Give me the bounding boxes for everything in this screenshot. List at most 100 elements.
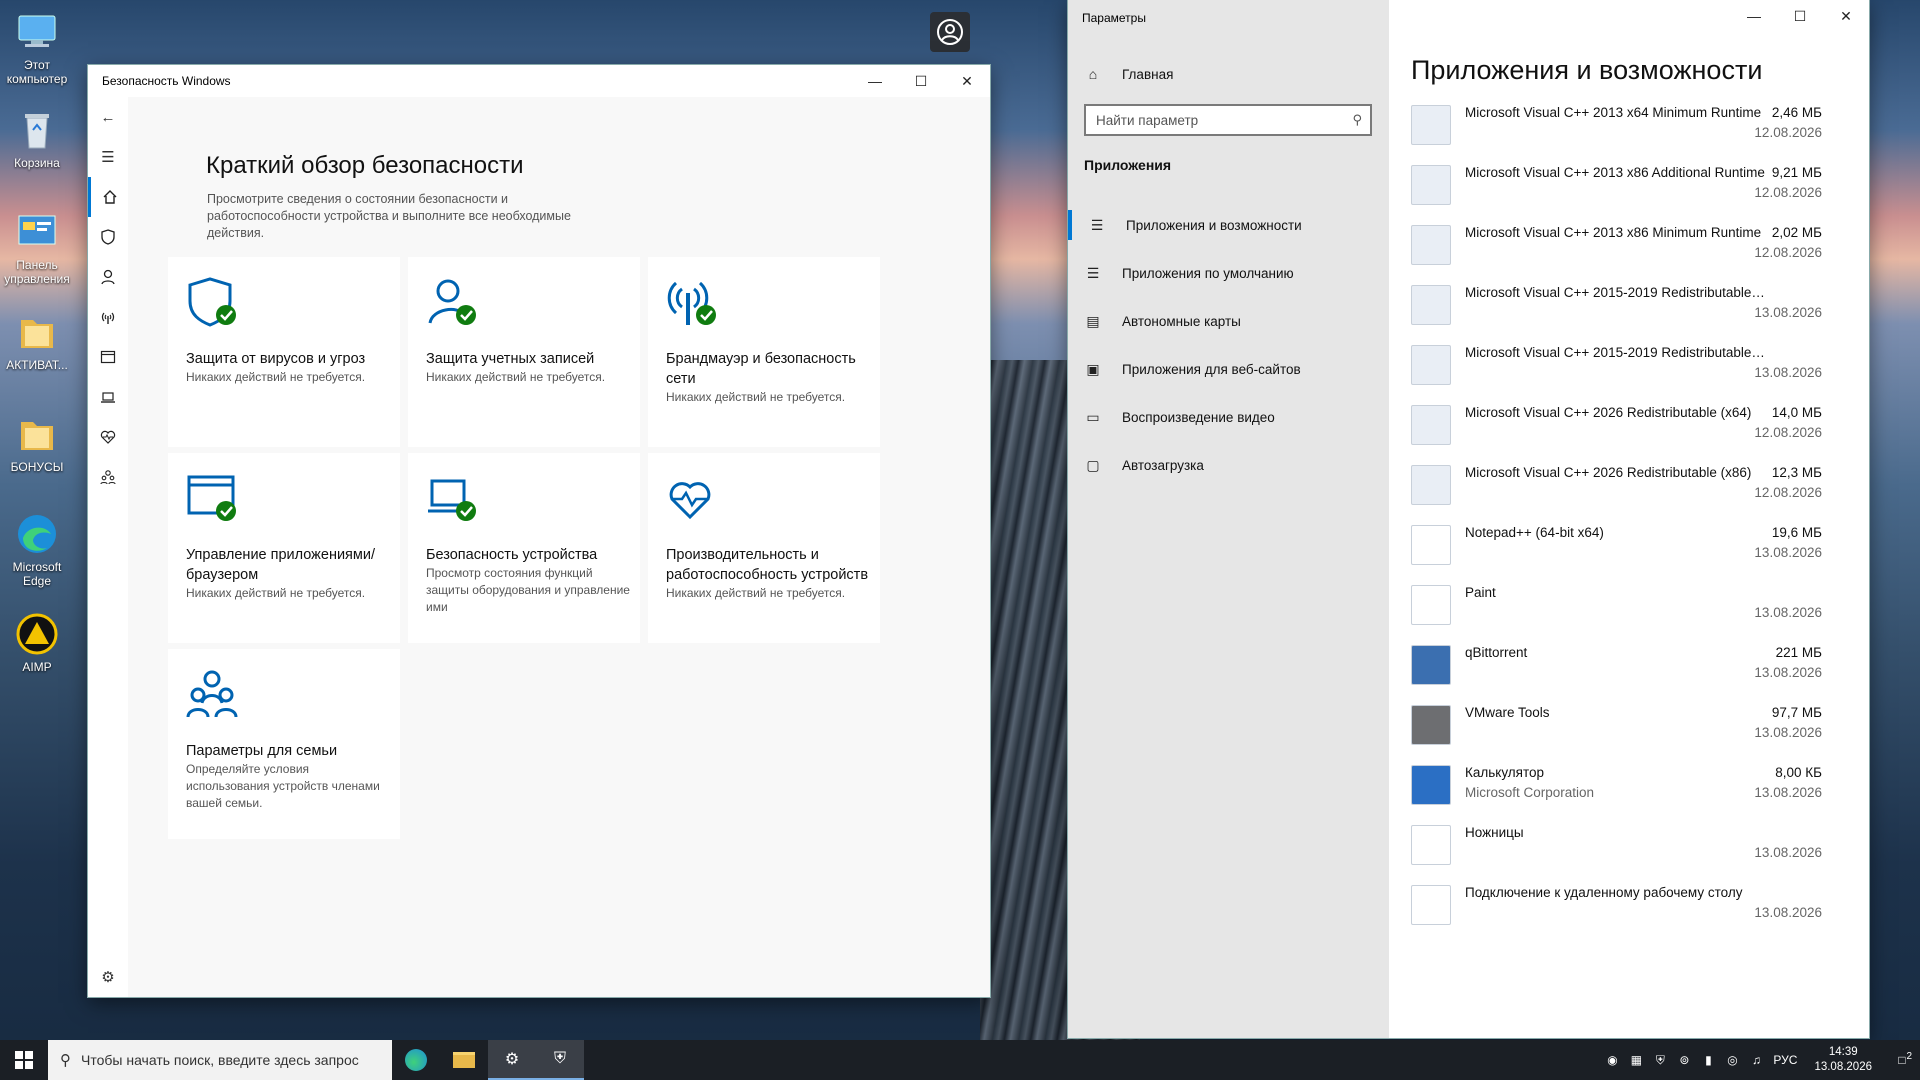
app-list-item[interactable]: Microsoft Visual C++ 2013 x86 Minimum Ru… (1407, 223, 1832, 283)
maximize-icon[interactable]: ☐ (1777, 0, 1823, 32)
app-list-item[interactable]: Калькулятор Microsoft Corporation 8,00 КБ 1… (1407, 763, 1832, 823)
app-list-item[interactable]: Ножницы 13.08.2026 (1407, 823, 1832, 883)
bluetooth-icon[interactable]: ⊚ (1672, 1053, 1696, 1067)
app-size: 97,7 МБ (1771, 705, 1822, 720)
app-name: Paint (1465, 585, 1496, 600)
taskbar: ⚲ Чтобы начать поиск, введите здесь запр… (0, 1040, 1920, 1080)
app-list-item[interactable]: VMware Tools 97,7 МБ 13.08.2026 (1407, 703, 1832, 763)
tile-family-options[interactable]: Параметры для семьи Определяйте условия и… (168, 649, 400, 839)
app-name: Microsoft Visual C++ 2013 x86 Minimum Ru… (1465, 225, 1762, 240)
clock[interactable]: 14:39 13.08.2026 (1814, 1045, 1872, 1075)
desktop-icon-activator-folder[interactable]: АКТИВАТ... (4, 310, 70, 372)
this-pc-icon (15, 10, 59, 54)
nav-startup[interactable]: ▢ Автозагрузка (1082, 450, 1382, 480)
tile-device-security[interactable]: Безопасность устройства Просмотр состояни… (408, 453, 640, 643)
app-icon (1411, 405, 1451, 445)
nav-home[interactable]: ⌂ Главная (1082, 59, 1382, 89)
settings-gear-icon[interactable]: ⚙ (88, 957, 128, 997)
vmware-tray-icon[interactable]: ▦ (1624, 1053, 1648, 1067)
folder-icon (15, 412, 59, 456)
tile-virus-protection[interactable]: Защита от вирусов и угроз Никаких действи… (168, 257, 400, 447)
maximize-icon[interactable]: ☐ (898, 65, 944, 97)
app-name: VMware Tools (1465, 705, 1550, 720)
security-tray-icon[interactable]: ⛨ (1648, 1053, 1672, 1068)
shield-check-icon (186, 277, 238, 329)
app-list-item[interactable]: Notepad++ (64-bit x64) 19,6 МБ 13.08.2026 (1407, 523, 1832, 583)
taskbar-edge-button[interactable] (392, 1040, 440, 1080)
app-name: Notepad++ (64-bit x64) (1465, 525, 1604, 540)
hamburger-menu-icon[interactable]: ☰ (88, 137, 128, 177)
nav-offline-maps[interactable]: ▤ Автономные карты (1082, 306, 1382, 336)
app-icon (1411, 165, 1451, 205)
app-list-item[interactable]: Microsoft Visual C++ 2026 Redistributabl… (1407, 463, 1832, 523)
app-name: Калькулятор (1465, 765, 1545, 780)
nav-apps-features[interactable]: ☰ Приложения и возможности (1068, 210, 1368, 240)
settings-content-pane: — ☐ ✕ Приложения и возможности Microsoft… (1389, 0, 1869, 1038)
tile-title: Параметры для семьи (186, 743, 338, 759)
heart-pulse-icon[interactable] (88, 417, 128, 457)
app-list-item[interactable]: Microsoft Visual C++ 2013 x86 Additional… (1407, 163, 1832, 223)
family-icon[interactable] (88, 457, 128, 497)
nav-default-apps[interactable]: ☰ Приложения по умолчанию (1082, 258, 1382, 288)
app-window-check-icon (186, 473, 238, 525)
back-arrow-icon[interactable]: ← (88, 97, 128, 137)
desktop-icon-bonus-folder[interactable]: БОНУСЫ (4, 412, 70, 474)
nav-apps-websites[interactable]: ▣ Приложения для веб-сайтов (1082, 354, 1382, 384)
app-list-item[interactable]: Paint 13.08.2026 (1407, 583, 1832, 643)
app-name: Подключение к удаленному рабочему столу (1465, 885, 1743, 900)
settings-window-title: Параметры (1082, 11, 1146, 25)
app-list-item[interactable]: Microsoft Visual C++ 2026 Redistributabl… (1407, 403, 1832, 463)
tile-status: Просмотр состояния функций защиты оборуд… (426, 566, 630, 614)
nav-label: Автономные карты (1122, 313, 1241, 329)
taskbar-explorer-button[interactable] (440, 1040, 488, 1080)
app-browser-icon[interactable] (88, 337, 128, 377)
app-install-date: 12.08.2026 (1754, 125, 1822, 140)
network-antenna-icon[interactable] (88, 297, 128, 337)
language-indicator[interactable]: РУС (1768, 1053, 1802, 1067)
system-tray: ◉ ▦ ⛨ ⊚ ▮ ◎ ♫ РУС 14:39 13.08.2026 □ 2 (1600, 1040, 1920, 1080)
start-button[interactable] (0, 1040, 48, 1080)
app-list-item[interactable]: qBittorrent 221 МБ 13.08.2026 (1407, 643, 1832, 703)
laptop-icon[interactable] (88, 377, 128, 417)
taskbar-security-button[interactable]: ⛨ (536, 1040, 584, 1080)
minimize-icon[interactable]: — (1731, 0, 1777, 32)
desktop-icon-control-panel[interactable]: Панель управления (4, 210, 70, 286)
notifications-button[interactable]: □ 2 (1884, 1051, 1920, 1067)
volume-icon[interactable]: ♫ (1744, 1053, 1768, 1067)
tile-account-protection[interactable]: Защита учетных записей Никаких действий н… (408, 257, 640, 447)
app-icon (1411, 285, 1451, 325)
default-apps-icon: ☰ (1086, 264, 1100, 281)
usb-icon[interactable]: ▮ (1696, 1053, 1720, 1067)
search-icon: ⚲ (60, 1052, 71, 1069)
desktop-icon-this-pc[interactable]: Этот компьютер (4, 10, 70, 86)
app-icon (1411, 765, 1451, 805)
desktop-icon-aimp[interactable]: AIMP (4, 612, 70, 674)
laptop-check-icon (426, 473, 478, 525)
network-globe-icon[interactable]: ◎ (1720, 1053, 1744, 1067)
desktop-icon-edge[interactable]: Microsoft Edge (4, 512, 70, 588)
nav-video-playback[interactable]: ▭ Воспроизведение видео (1082, 402, 1382, 432)
settings-search-input[interactable]: Найти параметр ⚲ (1084, 104, 1372, 136)
user-account-icon[interactable] (930, 12, 970, 52)
app-install-date: 13.08.2026 (1754, 845, 1822, 860)
tile-firewall[interactable]: Брандмауэр и безопасность сети Никаких де… (648, 257, 880, 447)
home-icon: ⌂ (1088, 66, 1098, 82)
person-icon[interactable] (88, 257, 128, 297)
app-list-item[interactable]: Microsoft Visual C++ 2015-2019 Redistrib… (1407, 283, 1832, 343)
taskbar-settings-button[interactable]: ⚙ (488, 1040, 536, 1080)
desktop-icon-recycle-bin[interactable]: Корзина (4, 108, 70, 170)
qbittorrent-tray-icon[interactable]: ◉ (1600, 1053, 1624, 1067)
tile-device-performance[interactable]: Производительность и работоспособность у… (648, 453, 880, 643)
close-icon[interactable]: ✕ (944, 65, 990, 97)
notification-count: 2 (1906, 1051, 1912, 1062)
taskbar-search-input[interactable]: ⚲ Чтобы начать поиск, введите здесь запр… (48, 1040, 392, 1080)
home-icon[interactable] (88, 177, 128, 217)
app-list-item[interactable]: Microsoft Visual C++ 2013 x64 Minimum Ru… (1407, 103, 1832, 163)
app-list-item[interactable]: Microsoft Visual C++ 2015-2019 Redistrib… (1407, 343, 1832, 403)
close-icon[interactable]: ✕ (1823, 0, 1869, 32)
shield-icon[interactable] (88, 217, 128, 257)
app-list-item[interactable]: Подключение к удаленному рабочему столу 1… (1407, 883, 1832, 943)
security-titlebar: Безопасность Windows — ☐ ✕ (88, 65, 990, 97)
tile-app-browser-control[interactable]: Управление приложениями/браузером Никаких… (168, 453, 400, 643)
minimize-icon[interactable]: — (852, 65, 898, 97)
